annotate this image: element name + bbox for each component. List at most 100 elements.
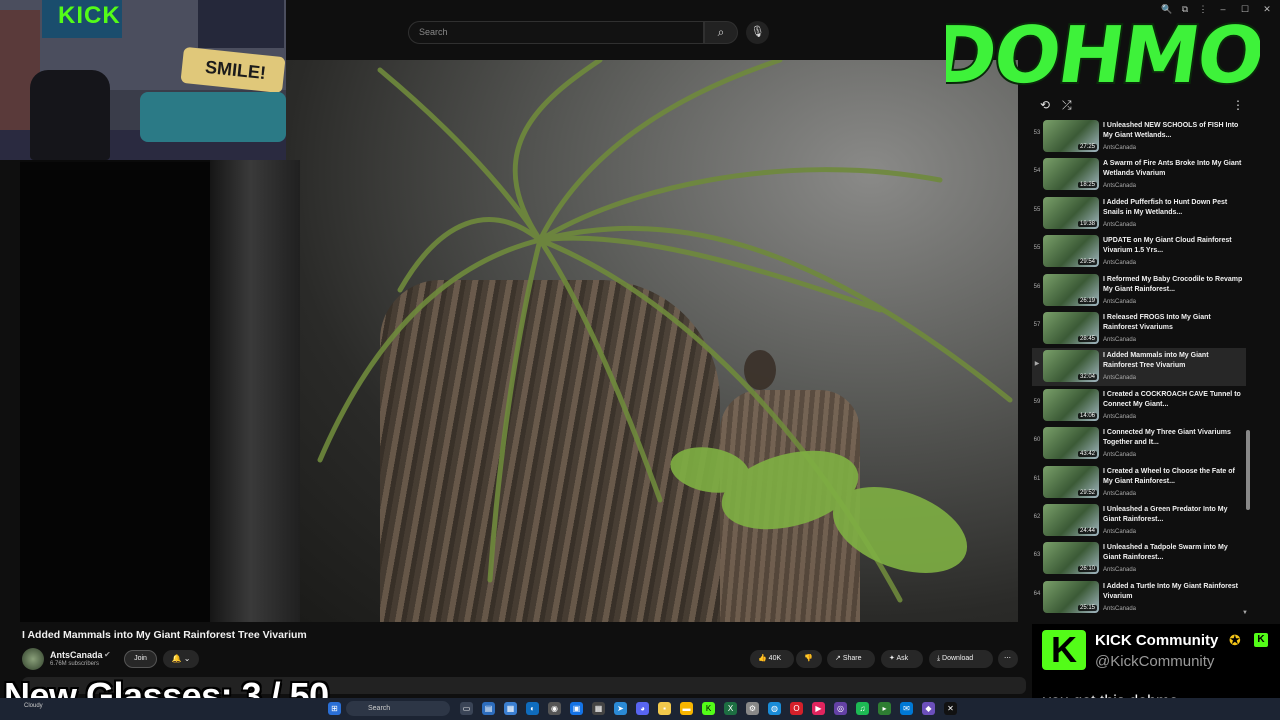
notification-button[interactable]: 🔔 ⌄ xyxy=(163,650,199,668)
playlist-thumbnail[interactable]: 29:52 xyxy=(1043,465,1099,498)
excel-icon[interactable]: X xyxy=(724,702,737,715)
playlist-thumbnail[interactable]: 24:44 xyxy=(1043,504,1099,536)
chrome-icon[interactable]: ◍ xyxy=(768,702,781,715)
playlist-item-title[interactable]: A Swarm of Fire Ants Broke Into My Giant… xyxy=(1103,159,1243,179)
playlist-item-title[interactable]: I Released FROGS Into My Giant Rainfores… xyxy=(1103,313,1243,333)
playlist-item[interactable]: 53 27:25 I Unleashed NEW SCHOOLS of FISH I… xyxy=(1032,118,1246,156)
playlist-thumbnail[interactable]: 26:10 xyxy=(1043,542,1099,575)
widgets-icon[interactable]: ▤ xyxy=(482,702,495,715)
folder-icon[interactable]: ▬ xyxy=(680,702,693,715)
playlist-item[interactable]: 63 26:10 I Unleashed a Tadpole Swarm into … xyxy=(1032,540,1246,578)
app-icon[interactable]: ◆ xyxy=(922,702,935,715)
dislike-button[interactable]: 👎 xyxy=(796,650,822,668)
video-duration: 28:45 xyxy=(1077,336,1097,342)
weather-widget[interactable]: Cloudy xyxy=(24,703,43,709)
taskbar-search[interactable]: Search xyxy=(346,701,450,716)
playlist-item-channel[interactable]: AntsCanada xyxy=(1103,414,1136,420)
search-button[interactable]: ⌕ xyxy=(704,21,738,44)
playlist-item-title[interactable]: I Reformed My Baby Crocodile to Revamp M… xyxy=(1103,275,1243,295)
playlist-thumbnail[interactable]: 28:45 xyxy=(1043,312,1099,344)
playlist-thumbnail[interactable]: 32:04 xyxy=(1043,350,1099,383)
playlist-item-current[interactable]: ▶ 32:04 I Added Mammals into My Giant Rain… xyxy=(1032,348,1246,387)
shuffle-icon[interactable]: ⤮ xyxy=(1062,98,1072,113)
playlist-item-title[interactable]: I Connected My Three Giant Vivariums Tog… xyxy=(1103,428,1243,448)
playlist-item-channel[interactable]: AntsCanada xyxy=(1103,183,1136,189)
like-button[interactable]: 👍 40K xyxy=(750,650,794,668)
discord-icon[interactable]: ◕ xyxy=(636,702,649,715)
scroll-down-icon[interactable]: ▼ xyxy=(1242,610,1248,616)
playlist-thumbnail[interactable]: 43:42 xyxy=(1043,427,1099,460)
search-icon: ⌕ xyxy=(717,25,725,39)
playlist-item[interactable]: 60 43:42 I Connected My Three Giant Vivari… xyxy=(1032,425,1246,463)
voice-search-button[interactable]: 🎙 xyxy=(746,21,769,44)
start-icon[interactable]: ⊞ xyxy=(328,702,341,715)
playlist-item-title[interactable]: I Added Mammals into My Giant Rainforest… xyxy=(1103,351,1243,371)
search-input[interactable]: Search xyxy=(408,21,704,44)
loop-icon[interactable]: ⟲ xyxy=(1040,98,1050,112)
kick-app-icon[interactable]: K xyxy=(702,702,715,715)
playlist-item-title[interactable]: I Unleashed NEW SCHOOLS of FISH Into My … xyxy=(1103,121,1243,141)
file-explorer-icon[interactable]: ▦ xyxy=(504,702,517,715)
youtube-icon[interactable]: ▶ xyxy=(812,702,825,715)
playlist-item-title[interactable]: I Added Pufferfish to Hunt Down Pest Sna… xyxy=(1103,198,1243,218)
playlist-item-channel[interactable]: AntsCanada xyxy=(1103,375,1136,381)
playlist-item[interactable]: 56 26:19 I Reformed My Baby Crocodile to R… xyxy=(1032,272,1246,310)
settings-icon[interactable]: ⚙ xyxy=(746,702,759,715)
playlist-item-channel[interactable]: AntsCanada xyxy=(1103,145,1136,151)
playlist-item-title[interactable]: I Added a Turtle Into My Giant Rainfores… xyxy=(1103,582,1243,602)
download-button[interactable]: ⤓ Download xyxy=(929,650,993,668)
mail-icon[interactable]: ✉ xyxy=(900,702,913,715)
share-label: Share xyxy=(842,655,862,662)
calculator-icon[interactable]: ▦ xyxy=(592,702,605,715)
playlist-item-channel[interactable]: AntsCanada xyxy=(1103,222,1136,228)
playlist-thumbnail[interactable]: 29:54 xyxy=(1043,235,1099,268)
playlist-item-channel[interactable]: AntsCanada xyxy=(1103,452,1136,458)
channel-avatar[interactable] xyxy=(22,648,44,670)
share-button[interactable]: ↗ Share xyxy=(827,650,875,668)
playlist-thumbnail[interactable]: 26:19 xyxy=(1043,273,1099,306)
playlist-item-channel[interactable]: AntsCanada xyxy=(1103,299,1136,305)
playlist-menu-icon[interactable]: ⋮ xyxy=(1232,98,1244,112)
playlist-item-title[interactable]: I Unleashed a Tadpole Swarm into My Gian… xyxy=(1103,543,1243,563)
playlist-item-channel[interactable]: AntsCanada xyxy=(1103,260,1136,266)
playlist-item-channel[interactable]: AntsCanada xyxy=(1103,567,1136,573)
opera-icon[interactable]: O xyxy=(790,702,803,715)
playlist-item[interactable]: 54 18:25 A Swarm of Fire Ants Broke Into M… xyxy=(1032,156,1246,194)
camera-icon[interactable]: ◉ xyxy=(548,702,561,715)
playlist-item[interactable]: 59 14:06 I Created a COCKROACH CAVE Tunnel… xyxy=(1032,387,1246,425)
close-button[interactable]: ✕ xyxy=(1260,2,1274,16)
playlist-item-channel[interactable]: AntsCanada xyxy=(1103,337,1136,343)
playlist-item[interactable]: 64 25:15 I Added a Turtle Into My Giant Ra… xyxy=(1032,579,1246,617)
playlist-item[interactable]: 55 19:38 I Added Pufferfish to Hunt Down P… xyxy=(1032,195,1246,233)
x-app-icon[interactable]: ✕ xyxy=(944,702,957,715)
playlist-item-title[interactable]: I Created a COCKROACH CAVE Tunnel to Con… xyxy=(1103,390,1243,410)
obs-icon[interactable]: ◎ xyxy=(834,702,847,715)
playlist-item[interactable]: 55 29:54 UPDATE on My Giant Cloud Rainfore… xyxy=(1032,233,1246,271)
edge-icon[interactable]: ◐ xyxy=(526,702,539,715)
channel-name[interactable]: AntsCanada xyxy=(50,650,103,660)
spotify-icon[interactable]: ♫ xyxy=(856,702,869,715)
join-button[interactable]: Join xyxy=(124,650,157,668)
playlist-thumbnail[interactable]: 25:15 xyxy=(1043,580,1099,613)
playlist-item-title[interactable]: I Unleashed a Green Predator Into My Gia… xyxy=(1103,505,1243,525)
sticky-notes-icon[interactable]: ▪ xyxy=(658,702,671,715)
terminal-icon[interactable]: ▸ xyxy=(878,702,891,715)
playlist-thumbnail[interactable]: 14:06 xyxy=(1043,388,1099,421)
playlist-item-channel[interactable]: AntsCanada xyxy=(1103,606,1136,612)
playlist-item-title[interactable]: UPDATE on My Giant Cloud Rainforest Viva… xyxy=(1103,236,1243,256)
playlist-item-channel[interactable]: AntsCanada xyxy=(1103,491,1136,497)
playlist-thumbnail[interactable]: 27:25 xyxy=(1043,120,1099,152)
more-actions-button[interactable]: ⋯ xyxy=(998,650,1018,668)
ask-button[interactable]: ✦ Ask xyxy=(881,650,923,668)
task-view-icon[interactable]: ▭ xyxy=(460,702,473,715)
playlist-item-title[interactable]: I Created a Wheel to Choose the Fate of … xyxy=(1103,467,1243,487)
playlist-thumbnail[interactable]: 19:38 xyxy=(1043,196,1099,229)
telegram-icon[interactable]: ➤ xyxy=(614,702,627,715)
playlist-thumbnail[interactable]: 18:25 xyxy=(1043,158,1099,191)
playlist-item[interactable]: 61 29:52 I Created a Wheel to Choose the F… xyxy=(1032,464,1246,502)
playlist-item-channel[interactable]: AntsCanada xyxy=(1103,529,1136,535)
playlist-scrollbar[interactable] xyxy=(1246,430,1250,510)
photos-icon[interactable]: ▣ xyxy=(570,702,583,715)
playlist-item[interactable]: 57 28:45 I Released FROGS Into My Giant Ra… xyxy=(1032,310,1246,348)
playlist-item[interactable]: 62 24:44 I Unleashed a Green Predator Into… xyxy=(1032,502,1246,540)
